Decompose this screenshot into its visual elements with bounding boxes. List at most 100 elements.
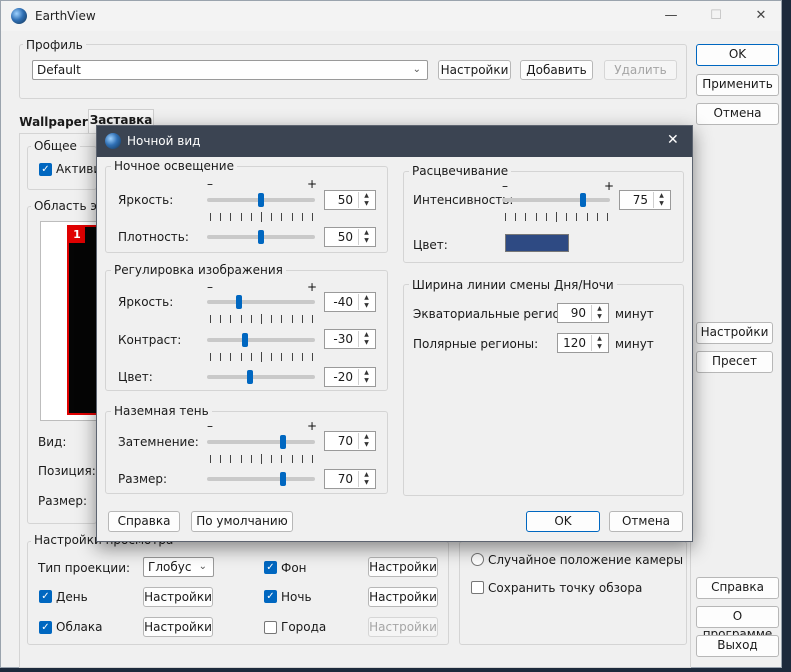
slider-tick bbox=[230, 315, 232, 323]
polar-label: Полярные регионы: bbox=[413, 337, 539, 351]
minimize-button[interactable]: — bbox=[651, 5, 691, 27]
slider-tick bbox=[291, 353, 293, 361]
profile-select[interactable]: Default ⌄ bbox=[32, 60, 428, 80]
profile-delete-button[interactable]: Удалить bbox=[604, 60, 677, 80]
slider-tick bbox=[301, 455, 303, 463]
dialog-help-button[interactable]: Справка bbox=[108, 511, 180, 532]
slider-tick bbox=[596, 213, 598, 221]
clouds-settings-button[interactable]: Настройки bbox=[143, 617, 213, 637]
ok-button[interactable]: OK bbox=[696, 44, 779, 66]
ia-brightness-spinner[interactable]: -40 ▲ ▼ bbox=[324, 292, 376, 312]
day-checkbox[interactable]: ✓ bbox=[39, 590, 52, 603]
screen-settings-button[interactable]: Настройки bbox=[696, 322, 773, 344]
night-light-label: Ночное освещение bbox=[111, 159, 237, 173]
slider-tick bbox=[301, 353, 303, 361]
gs-dimming-slider[interactable] bbox=[207, 440, 315, 444]
slider-tick bbox=[271, 315, 273, 323]
dialog-close-icon[interactable]: ✕ bbox=[667, 132, 679, 148]
cities-checkbox[interactable] bbox=[264, 621, 277, 634]
gs-size-spinner[interactable]: 70 ▲ ▼ bbox=[324, 469, 376, 489]
maximize-button[interactable]: ☐ bbox=[696, 5, 736, 27]
minus-sign: – bbox=[502, 179, 508, 193]
ia-brightness-slider[interactable] bbox=[207, 300, 315, 304]
cancel-button[interactable]: Отмена bbox=[696, 103, 779, 125]
slider-tick bbox=[240, 213, 242, 221]
slider-thumb[interactable] bbox=[241, 333, 248, 347]
slider-thumb[interactable] bbox=[580, 193, 586, 207]
close-button[interactable]: ✕ bbox=[741, 5, 781, 27]
slider-tick bbox=[261, 454, 262, 464]
slider-tick bbox=[250, 213, 252, 221]
view-label: Вид: bbox=[38, 435, 67, 449]
slider-thumb[interactable] bbox=[279, 435, 286, 449]
ground-shadow-label: Наземная тень bbox=[111, 404, 212, 418]
slider-tick bbox=[291, 315, 293, 323]
slider-thumb[interactable] bbox=[258, 230, 264, 244]
slider-tick bbox=[220, 213, 222, 221]
ia-contrast-slider[interactable] bbox=[207, 338, 315, 342]
day-label: День bbox=[56, 590, 88, 604]
profile-settings-button[interactable]: Настройки bbox=[438, 60, 511, 80]
activate-checkbox[interactable]: ✓ bbox=[39, 163, 52, 176]
general-group-label: Общее bbox=[31, 139, 80, 153]
ia-color-label: Цвет: bbox=[118, 370, 153, 384]
slider-tick bbox=[312, 353, 313, 361]
ia-color-slider[interactable] bbox=[207, 375, 315, 379]
slider-tick bbox=[576, 213, 578, 221]
dialog-ok-button[interactable]: OK bbox=[526, 511, 600, 532]
glow-intensity-slider[interactable] bbox=[502, 198, 610, 202]
nl-brightness-spinner[interactable]: 50 ▲ ▼ bbox=[324, 190, 376, 210]
day-settings-button[interactable]: Настройки bbox=[143, 587, 213, 607]
slider-tick bbox=[312, 455, 313, 463]
nl-density-spinner[interactable]: 50 ▲ ▼ bbox=[324, 227, 376, 247]
slider-tick bbox=[505, 213, 506, 221]
projection-select-value: Глобус bbox=[148, 560, 192, 574]
plus-sign: + bbox=[307, 419, 318, 433]
night-settings-button[interactable]: Настройки bbox=[368, 587, 438, 607]
slider-thumb[interactable] bbox=[279, 472, 286, 486]
slider-tick bbox=[240, 315, 242, 323]
projection-type-label: Тип проекции: bbox=[38, 561, 131, 575]
night-checkbox[interactable]: ✓ bbox=[264, 590, 277, 603]
save-viewpoint-checkbox[interactable] bbox=[471, 581, 484, 594]
slider-tick bbox=[607, 213, 608, 221]
ia-contrast-spinner[interactable]: -30 ▲ ▼ bbox=[324, 329, 376, 349]
cities-settings-button[interactable]: Настройки bbox=[368, 617, 438, 637]
background-label: Фон bbox=[281, 561, 307, 575]
polar-spinner[interactable]: 120 ▲ ▼ bbox=[557, 333, 609, 353]
night-label: Ночь bbox=[281, 590, 312, 604]
help-button[interactable]: Справка bbox=[696, 577, 779, 599]
slider-thumb[interactable] bbox=[236, 295, 243, 309]
apply-button[interactable]: Применить bbox=[696, 74, 779, 96]
clouds-checkbox[interactable]: ✓ bbox=[39, 621, 52, 634]
chevron-down-icon: ⌄ bbox=[198, 561, 207, 572]
position-label: Позиция: bbox=[38, 464, 96, 478]
slider-tick bbox=[261, 314, 262, 324]
preset-button[interactable]: Пресет bbox=[696, 351, 773, 373]
profile-group-label: Профиль bbox=[23, 38, 86, 52]
profile-add-button[interactable]: Добавить bbox=[520, 60, 593, 80]
background-settings-button[interactable]: Настройки bbox=[368, 557, 438, 577]
projection-select[interactable]: Глобус ⌄ bbox=[143, 557, 214, 577]
gs-dimming-spinner[interactable]: 70 ▲ ▼ bbox=[324, 431, 376, 451]
slider-thumb[interactable] bbox=[258, 193, 264, 207]
exit-button[interactable]: Выход bbox=[696, 635, 779, 657]
slider-tick bbox=[301, 315, 303, 323]
glow-color-swatch[interactable] bbox=[505, 234, 569, 252]
about-button[interactable]: О программе bbox=[696, 606, 779, 641]
profile-select-value: Default bbox=[37, 63, 81, 77]
slider-tick bbox=[545, 213, 547, 221]
random-camera-label: Случайное положение камеры bbox=[488, 553, 684, 567]
glow-intensity-spinner[interactable]: 75 ▲ ▼ bbox=[619, 190, 671, 210]
gs-size-slider[interactable] bbox=[207, 477, 315, 481]
background-checkbox[interactable]: ✓ bbox=[264, 561, 277, 574]
slider-thumb[interactable] bbox=[247, 370, 254, 384]
tab-wallpaper[interactable]: Wallpaper bbox=[19, 112, 88, 134]
dialog-cancel-button[interactable]: Отмена bbox=[609, 511, 683, 532]
slider-tick bbox=[250, 353, 252, 361]
ia-brightness-label: Яркость: bbox=[118, 295, 174, 309]
random-camera-radio[interactable] bbox=[471, 553, 484, 566]
ia-color-spinner[interactable]: -20 ▲ ▼ bbox=[324, 367, 376, 387]
dialog-defaults-button[interactable]: По умолчанию bbox=[191, 511, 293, 532]
equatorial-spinner[interactable]: 90 ▲ ▼ bbox=[557, 303, 609, 323]
